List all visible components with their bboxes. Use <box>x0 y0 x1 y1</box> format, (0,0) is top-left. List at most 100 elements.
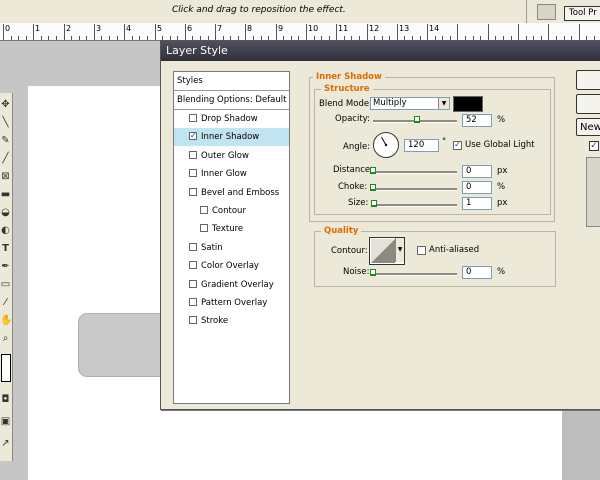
style-item-label: Satin <box>201 242 223 253</box>
ok-button[interactable] <box>576 70 600 90</box>
blending-options-label: Blending Options: Default <box>177 95 287 105</box>
jump-to-imageready-icon[interactable]: ↗ <box>0 437 11 451</box>
dialog-title[interactable]: Layer Style <box>161 41 600 61</box>
noise-input[interactable]: 0 <box>462 266 492 279</box>
distance-input[interactable]: 0 <box>462 165 492 178</box>
shadow-color-swatch[interactable] <box>453 96 483 112</box>
new-style-button[interactable]: New <box>576 118 600 136</box>
style-item-drop-shadow[interactable]: Drop Shadow <box>174 110 289 128</box>
hand-tool-icon[interactable]: ✋ <box>0 314 12 328</box>
style-item-checkbox[interactable] <box>189 279 197 288</box>
choke-input[interactable]: 0 <box>462 181 492 194</box>
style-item-texture[interactable]: Texture <box>174 220 289 238</box>
ruler-label: 0 <box>5 24 11 33</box>
style-item-checkbox[interactable] <box>189 316 197 325</box>
noise-slider[interactable] <box>373 273 457 276</box>
distance-slider[interactable] <box>373 171 457 174</box>
horizontal-ruler[interactable]: 0 1 2 3 4 5 6 7 8 9 10 11 12 13 14 <box>0 23 600 41</box>
anti-aliased-checkbox[interactable] <box>417 246 426 255</box>
shape-tool-icon[interactable]: ▭ <box>0 278 11 292</box>
style-item-gradient-overlay[interactable]: Gradient Overlay <box>174 276 289 294</box>
opacity-slider-handle[interactable] <box>413 116 420 123</box>
style-item-color-overlay[interactable]: Color Overlay <box>174 257 289 275</box>
choke-slider-handle[interactable] <box>370 184 376 191</box>
type-tool-icon[interactable]: T <box>0 242 11 256</box>
style-item-pattern-overlay[interactable]: Pattern Overlay <box>174 294 289 312</box>
ruler-tick <box>3 24 4 40</box>
angle-dial[interactable] <box>372 131 400 159</box>
angle-input[interactable]: 120 <box>404 139 439 152</box>
style-item-checkbox[interactable] <box>189 169 197 178</box>
preview-checkbox[interactable]: ✓ <box>589 141 599 151</box>
size-slider[interactable] <box>373 204 457 207</box>
foreground-color-swatch[interactable] <box>1 354 11 382</box>
options-bar: Click and drag to reposition the effect.… <box>0 0 600 24</box>
style-item-inner-shadow[interactable]: ✓ Inner Shadow <box>174 128 289 147</box>
ruler-tick <box>11 36 12 40</box>
brush-tool-icon[interactable]: ╱ <box>0 152 11 166</box>
style-item-bevel-and-emboss[interactable]: Bevel and Emboss <box>174 184 289 202</box>
chevron-down-icon[interactable]: ▼ <box>438 98 449 109</box>
size-input[interactable]: 1 <box>462 197 492 210</box>
style-item-checkbox[interactable] <box>189 150 197 159</box>
styles-header[interactable]: Styles <box>174 72 289 91</box>
ruler-tick <box>336 24 337 40</box>
style-item-outer-glow[interactable]: Outer Glow <box>174 147 289 165</box>
contour-dropdown-icon[interactable]: ▼ <box>395 238 404 262</box>
ruler-label: 9 <box>278 24 284 33</box>
ruler-tick <box>101 36 102 40</box>
opacity-input[interactable]: 52 <box>462 114 492 127</box>
heal-tool-icon[interactable]: ✎ <box>0 134 11 148</box>
ruler-tick <box>155 24 156 40</box>
tool-presets-tab[interactable]: Tool Pr <box>564 6 600 21</box>
style-item-checkbox[interactable] <box>189 298 197 306</box>
move-tool-icon[interactable]: ✥ <box>0 98 11 112</box>
palette-well-icon[interactable] <box>537 4 556 20</box>
ruler-tick <box>117 36 118 40</box>
ruler-label: 4 <box>126 24 132 33</box>
eraser-tool-icon[interactable]: ▬ <box>0 188 11 202</box>
ruler-tick <box>71 36 72 40</box>
angle-label: Angle: <box>343 142 371 152</box>
ruler-tick <box>56 36 57 40</box>
screen-mode-icon[interactable]: ▣ <box>0 415 11 429</box>
stamp-tool-icon[interactable]: ⊠ <box>0 170 11 184</box>
style-item-stroke[interactable]: Stroke <box>174 312 289 330</box>
pen-tool-icon[interactable]: ✒ <box>0 260 11 274</box>
blend-mode-select[interactable]: Multiply ▼ <box>370 97 450 110</box>
structure-title: Structure <box>321 84 373 94</box>
ruler-label: 11 <box>338 24 349 33</box>
magic-wand-tool-icon[interactable]: ╲ <box>0 116 11 130</box>
cancel-button[interactable] <box>576 94 600 114</box>
style-item-checkbox[interactable] <box>189 242 197 251</box>
ruler-tick <box>147 36 148 40</box>
ruler-label: 2 <box>66 24 72 33</box>
choke-slider[interactable] <box>373 188 457 191</box>
style-item-checkbox[interactable] <box>189 187 197 196</box>
size-slider-handle[interactable] <box>371 200 377 207</box>
eyedropper-tool-icon[interactable]: ⁄ <box>0 296 11 310</box>
style-item-inner-glow[interactable]: Inner Glow <box>174 165 289 183</box>
contour-picker[interactable]: ▼ <box>369 237 405 265</box>
blending-options-item[interactable]: Blending Options: Default <box>174 91 289 110</box>
zoom-tool-icon[interactable]: ⌕ <box>0 332 11 346</box>
ruler-tick <box>48 36 49 40</box>
style-item-checkbox[interactable]: ✓ <box>189 132 197 141</box>
quick-mask-icon[interactable]: ◘ <box>0 393 11 407</box>
noise-slider-handle[interactable] <box>370 269 376 276</box>
style-item-satin[interactable]: Satin <box>174 239 289 257</box>
dodge-tool-icon[interactable]: ◐ <box>0 224 11 238</box>
style-item-checkbox[interactable] <box>200 206 208 214</box>
style-item-checkbox[interactable] <box>189 114 197 122</box>
ruler-tick <box>86 36 87 40</box>
distance-slider-handle[interactable] <box>370 167 376 174</box>
canvas-edge-strip <box>562 400 600 480</box>
style-item-contour[interactable]: Contour <box>174 202 289 220</box>
use-global-light-checkbox[interactable]: ✓ <box>453 141 462 150</box>
styles-list: Styles Blending Options: Default Drop Sh… <box>173 71 290 404</box>
style-item-checkbox[interactable] <box>189 261 197 270</box>
style-item-checkbox[interactable] <box>200 224 208 233</box>
ruler-tick <box>245 24 246 40</box>
gradient-tool-icon[interactable]: ◒ <box>0 206 11 220</box>
ruler-tick <box>215 24 216 40</box>
